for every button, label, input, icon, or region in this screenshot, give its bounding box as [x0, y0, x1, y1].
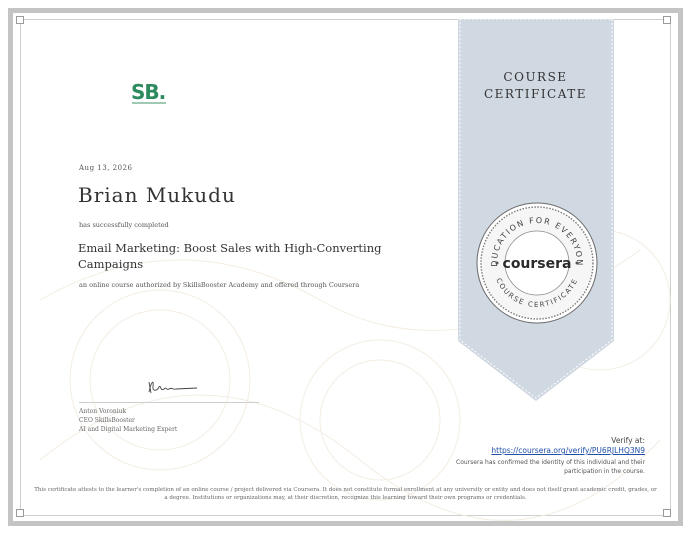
verify-note-line: Coursera has confirmed the identity of t… — [456, 459, 645, 466]
verify-note-line: participation in the course. — [564, 468, 645, 475]
issue-date: Aug 13, 2026 — [79, 164, 133, 172]
verification-block: Verify at: https://coursera.org/verify/P… — [420, 436, 645, 476]
course-title: Email Marketing: Boost Sales with High-C… — [78, 241, 382, 271]
completed-text: has successfully completed — [79, 221, 169, 229]
corner-ornament — [16, 509, 24, 517]
corner-ornament — [663, 509, 671, 517]
signer-title: CEO SkillsBooster — [79, 417, 135, 424]
signer-role: AI and Digital Marketing Expert — [79, 426, 178, 433]
offered-by-text: an online course authorized by SkillsBoo… — [79, 281, 360, 289]
ribbon-line-certificate: CERTIFICATE — [483, 87, 588, 101]
signature-line — [79, 402, 259, 403]
verify-note: Coursera has confirmed the identity of t… — [420, 458, 645, 476]
corner-ornament — [16, 16, 24, 24]
ribbon-label: COURSE CERTIFICATE — [458, 69, 613, 103]
coursera-seal: EDUCATION FOR EVERYONE COURSE CERTIFICAT… — [475, 201, 598, 324]
disclaimer-line: This certificate attests to the learner'… — [34, 487, 657, 493]
recipient-name: Brian Mukudu — [78, 183, 236, 207]
disclaimer-line: a degree. Institutions or organizations … — [164, 495, 527, 501]
corner-ornament — [663, 16, 671, 24]
verify-link[interactable]: https://coursera.org/verify/PU6RJLHQ3N9 — [420, 446, 645, 456]
signature-image — [148, 381, 198, 394]
verify-label: Verify at: — [611, 436, 645, 445]
disclaimer-text: This certificate attests to the learner'… — [30, 486, 661, 502]
signer-name: Anton Voroniuk — [79, 408, 127, 415]
skillsbooster-logo: SB. — [131, 80, 166, 104]
signer-info: Anton Voroniuk CEO SkillsBooster AI and … — [79, 407, 177, 434]
seal-brand-text: coursera — [503, 256, 572, 272]
logo-tagline-bar — [132, 102, 166, 104]
ribbon-line-course: COURSE — [503, 70, 568, 84]
